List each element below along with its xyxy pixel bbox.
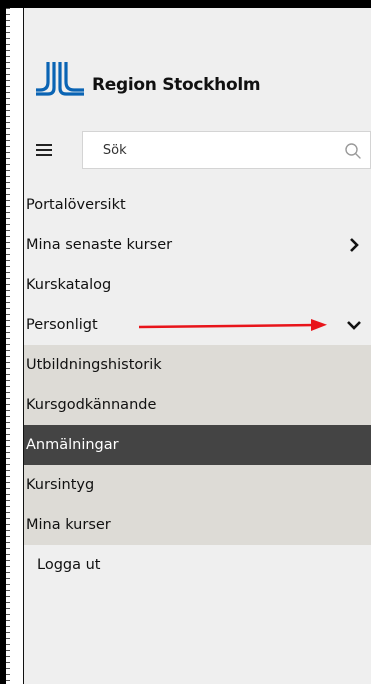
- subnav-item-label: Kursgodkännande: [26, 397, 157, 413]
- chevron-down-icon: [347, 321, 361, 330]
- nav-item-portaloversikt[interactable]: Portalöversikt: [24, 185, 371, 225]
- search-input[interactable]: [82, 134, 345, 166]
- subnav-item-label: Kursintyg: [26, 477, 95, 493]
- subnav-item-mina-kurser[interactable]: Mina kurser: [24, 505, 371, 545]
- nav-item-label: Portalöversikt: [26, 197, 126, 213]
- nav-item-label: Personligt: [26, 317, 98, 333]
- subnav-item-kursintyg[interactable]: Kursintyg: [24, 465, 371, 505]
- sidebar: Region Stockholm Portalöversikt Min: [24, 8, 371, 684]
- subnav-item-kursgodkannande[interactable]: Kursgodkännande: [24, 385, 371, 425]
- subnav-item-anmalningar[interactable]: Anmälningar: [24, 425, 371, 465]
- hamburger-menu-icon: [35, 144, 52, 156]
- red-annotation-arrow-icon: [139, 319, 327, 331]
- left-edge-strip: [6, 8, 24, 684]
- nav-item-label: Mina senaste kurser: [26, 237, 173, 253]
- nav-item-personligt[interactable]: Personligt: [24, 305, 371, 345]
- menu-toggle-button[interactable]: [24, 130, 64, 170]
- subnav-item-utbildningshistorik[interactable]: Utbildningshistorik: [24, 345, 371, 385]
- nav-item-label: Kurskatalog: [26, 277, 112, 293]
- logout-label: Logga ut: [37, 557, 101, 573]
- search-row: [24, 130, 371, 170]
- logout-link[interactable]: Logga ut: [24, 545, 371, 585]
- chevron-right-icon: [350, 238, 359, 252]
- brand-name: Region Stockholm: [92, 75, 261, 95]
- region-stockholm-logo-icon: [36, 62, 84, 96]
- brand-logo[interactable]: Region Stockholm: [34, 60, 261, 100]
- nav-item-mina-senaste-kurser[interactable]: Mina senaste kurser: [24, 225, 371, 265]
- nav-menu: Portalöversikt Mina senaste kurser Kursk…: [24, 185, 371, 585]
- search-icon[interactable]: [344, 142, 362, 160]
- subnav-item-label: Utbildningshistorik: [26, 357, 162, 373]
- subnav-item-label: Mina kurser: [26, 517, 111, 533]
- nav-item-kurskatalog[interactable]: Kurskatalog: [24, 265, 371, 305]
- search-box: [81, 131, 371, 169]
- subnav-item-label: Anmälningar: [26, 437, 119, 453]
- page-frame: Region Stockholm Portalöversikt Min: [0, 0, 371, 684]
